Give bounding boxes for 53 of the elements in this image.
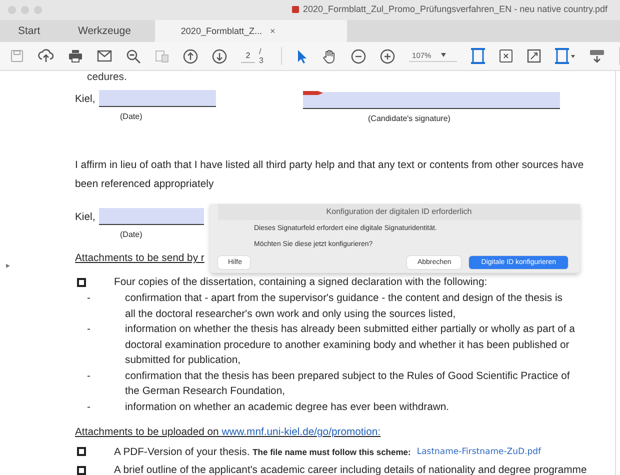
page-thumbnail-icon[interactable] — [155, 49, 169, 63]
list-item-text: A PDF-Version of your thesis. The file name must follow this scheme: — [114, 446, 411, 460]
dash-marker: - — [87, 292, 92, 306]
date-caption: (Date) — [119, 229, 142, 241]
place-label: Kiel, — [75, 93, 96, 107]
upload-icon[interactable] — [38, 49, 54, 63]
promotion-link[interactable]: www.mnf.uni-kiel.de/go/promotion: — [222, 427, 381, 438]
fit-window-icon[interactable] — [499, 49, 514, 63]
tab[interactable]: 2020_Formblatt_Z... × — [154, 20, 347, 42]
mail-icon[interactable] — [97, 50, 112, 62]
page-total: / 3 — [259, 47, 264, 65]
previous-page-icon[interactable] — [183, 48, 198, 64]
next-page-icon[interactable] — [212, 48, 227, 64]
date-field[interactable] — [99, 90, 216, 107]
body-text: cedures. — [86, 72, 128, 84]
signature-field[interactable] — [303, 92, 560, 109]
tab[interactable]: Start — [0, 20, 68, 42]
page-layout-icon[interactable] — [555, 48, 576, 64]
read-mode-icon[interactable] — [589, 48, 606, 64]
date-field[interactable] — [99, 208, 204, 225]
pdf-file-icon — [292, 6, 299, 12]
square-bullet-icon — [77, 447, 86, 456]
select-cursor-icon[interactable] — [296, 48, 308, 64]
side-panel-toggle[interactable]: ▸ — [6, 261, 10, 270]
section-heading: Attachments to be uploaded on www.mnf.uni-kiel.de/go/promotion: — [75, 426, 381, 440]
zoom-out-icon[interactable] — [126, 48, 141, 64]
tab[interactable]: Werkzeuge — [68, 20, 141, 42]
file-name-example: Lastname-Firstname-ZuD.pdf — [416, 446, 542, 459]
dash-marker: - — [87, 323, 92, 337]
square-bullet-icon — [77, 278, 86, 287]
caret-icon — [441, 53, 446, 57]
square-bullet-icon — [77, 466, 86, 475]
zoom-in-circle-icon[interactable] — [380, 48, 396, 64]
window-title: 2020_Formblatt_Zul_Promo_Prüfungsverfahren_EN - neu native country.pdf — [292, 4, 608, 14]
list-item-text: Four copies of the dissertation, containing a signed declaration with the following: — [114, 276, 488, 290]
section-heading: Attachments to be send by r — [75, 252, 204, 266]
dash-marker: - — [87, 400, 92, 414]
list-item-text: information on whether an academic degree has ever been withdrawn. — [125, 400, 450, 414]
fit-page-icon[interactable] — [471, 48, 486, 64]
date-caption: (Date) — [119, 111, 142, 123]
signature-caption: (Candidate's signature) — [367, 113, 450, 125]
close-tab-button[interactable]: × — [270, 26, 276, 36]
pointer-tab-icon — [303, 90, 323, 96]
hand-icon[interactable] — [322, 48, 338, 64]
full-screen-icon[interactable] — [527, 49, 542, 63]
dash-marker: - — [87, 370, 92, 384]
zoom-out-circle-icon[interactable] — [351, 48, 366, 64]
page-number-field[interactable]: 2 — [241, 50, 255, 62]
print-icon[interactable] — [68, 49, 83, 63]
place-label: Kiel, — [75, 211, 96, 225]
list-item-text: A brief outline of the applicant's academic career including details of nationality and degree programme — [114, 464, 587, 475]
affirmation-paragraph: I affirm in lieu of oath that I have listed all third party help and that any text or contents from other sources have been referenced appropriately — [75, 159, 585, 192]
dialog-title: Konfiguration der digitalen ID erforderlich — [218, 204, 580, 220]
